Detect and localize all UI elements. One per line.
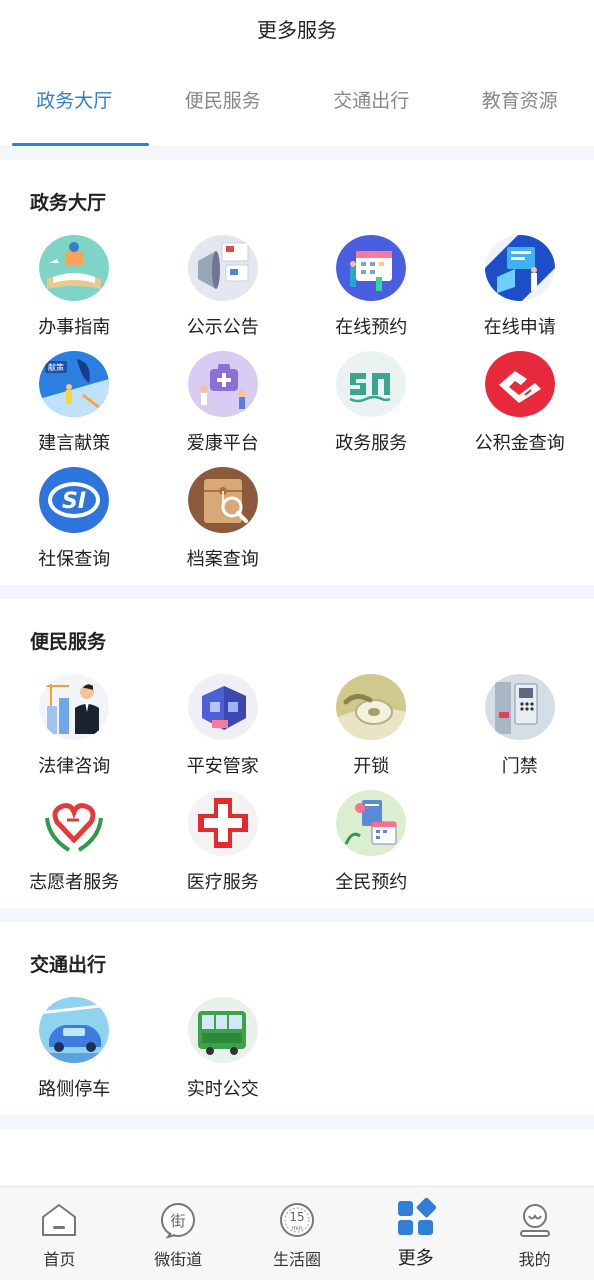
tab-education[interactable]: 教育资源 xyxy=(446,56,594,146)
service-access-control[interactable]: 门禁 xyxy=(446,674,594,778)
service-safety[interactable]: 平安管家 xyxy=(149,674,298,778)
service-suggestion[interactable]: 献策 建言献策 xyxy=(0,351,149,455)
service-unlock[interactable]: 开锁 xyxy=(297,674,446,778)
bus-icon xyxy=(187,997,258,1063)
suggestion-icon: 献策 xyxy=(39,351,110,417)
service-label: 建言献策 xyxy=(38,433,111,453)
section-divider xyxy=(0,585,594,599)
section-title: 交通出行 xyxy=(30,955,107,976)
guide-icon xyxy=(39,235,110,301)
safety-icon xyxy=(187,674,258,740)
online-booking-icon xyxy=(336,235,407,301)
service-label: 门禁 xyxy=(501,756,538,776)
svg-text:SI: SI xyxy=(62,489,86,514)
service-label: 公积金查询 xyxy=(474,433,565,453)
tab-label: 便民服务 xyxy=(184,90,261,112)
section-divider xyxy=(0,908,594,922)
service-label: 办事指南 xyxy=(38,317,111,337)
service-government[interactable]: 政务服务 xyxy=(297,351,446,455)
street-icon: 街 xyxy=(158,1200,198,1240)
svg-text:献策: 献策 xyxy=(48,362,64,372)
svg-text:街: 街 xyxy=(171,1212,186,1230)
archive-icon xyxy=(187,467,258,533)
health-platform-icon xyxy=(187,351,258,417)
service-label: 政务服务 xyxy=(335,433,408,453)
service-volunteer[interactable]: 志愿者服务 xyxy=(0,790,149,894)
section-convenience: 便民服务 法律咨询 平安管家 开锁 门禁 志愿者服务 医疗服务 全民预约 xyxy=(0,599,594,908)
tabbar-street[interactable]: 街 微街道 xyxy=(119,1187,238,1280)
tabbar-label: 生活圈 xyxy=(272,1252,321,1269)
service-label: 平安管家 xyxy=(186,756,259,776)
volunteer-icon xyxy=(39,790,110,856)
service-label: 实时公交 xyxy=(186,1079,259,1099)
service-bus[interactable]: 实时公交 xyxy=(149,997,298,1101)
service-label: 公示公告 xyxy=(186,317,259,337)
tab-gov-hall[interactable]: 政务大厅 xyxy=(0,56,149,146)
social-security-icon: SI xyxy=(39,467,110,533)
page-title: 更多服务 xyxy=(257,19,337,42)
unlock-icon xyxy=(336,674,407,740)
page-header: 更多服务 xyxy=(0,0,594,56)
service-online-booking[interactable]: 在线预约 xyxy=(297,235,446,339)
bottom-tab-bar: 首页 街 微街道 15 min 生活圈 更多 我的 xyxy=(0,1186,594,1280)
medical-icon xyxy=(187,790,258,856)
service-parking[interactable]: 路侧停车 xyxy=(0,997,149,1101)
tabbar-label: 首页 xyxy=(43,1252,76,1269)
legal-icon xyxy=(39,674,110,740)
tabbar-home[interactable]: 首页 xyxy=(0,1187,119,1280)
service-label: 法律咨询 xyxy=(38,756,111,776)
service-appointment[interactable]: 全民预约 xyxy=(297,790,446,894)
section-gov-hall: 政务大厅 办事指南 公示公告 在线预约 在线申请 献策 建言献策 爱康平台 政务… xyxy=(0,160,594,585)
service-label: 在线预约 xyxy=(335,317,408,337)
announcement-icon xyxy=(187,235,258,301)
service-legal[interactable]: 法律咨询 xyxy=(0,674,149,778)
service-announcement[interactable]: 公示公告 xyxy=(149,235,298,339)
tab-traffic[interactable]: 交通出行 xyxy=(297,56,446,146)
parking-icon xyxy=(39,997,110,1063)
tabbar-life-circle[interactable]: 15 min 生活圈 xyxy=(238,1187,357,1280)
section-title: 政务大厅 xyxy=(30,193,107,214)
tab-convenience[interactable]: 便民服务 xyxy=(149,56,298,146)
tab-label: 政务大厅 xyxy=(36,90,113,112)
service-label: 志愿者服务 xyxy=(29,872,120,892)
government-service-icon xyxy=(336,351,407,417)
section-traffic: 交通出行 路侧停车 实时公交 xyxy=(0,922,594,1115)
life-circle-icon: 15 min xyxy=(277,1200,317,1240)
section-divider xyxy=(0,146,594,160)
tab-label: 交通出行 xyxy=(333,90,410,112)
category-tabs: 政务大厅 便民服务 交通出行 教育资源 xyxy=(0,56,594,146)
service-medical[interactable]: 医疗服务 xyxy=(149,790,298,894)
section-divider xyxy=(0,1115,594,1129)
online-application-icon xyxy=(484,235,555,301)
profile-icon xyxy=(515,1200,555,1240)
service-label: 在线申请 xyxy=(483,317,556,337)
more-icon xyxy=(396,1198,436,1238)
service-label: 开锁 xyxy=(353,756,390,776)
access-control-icon xyxy=(484,674,555,740)
service-label: 档案查询 xyxy=(186,549,259,569)
service-social-security[interactable]: SI 社保查询 xyxy=(0,467,149,571)
service-online-application[interactable]: 在线申请 xyxy=(446,235,594,339)
svg-text:15: 15 xyxy=(289,1210,304,1224)
tabbar-profile[interactable]: 我的 xyxy=(475,1187,594,1280)
service-label: 路侧停车 xyxy=(38,1079,111,1099)
service-guide[interactable]: 办事指南 xyxy=(0,235,149,339)
section-title: 便民服务 xyxy=(30,632,107,653)
service-health-platform[interactable]: 爱康平台 xyxy=(149,351,298,455)
service-housing-fund[interactable]: 公积金查询 xyxy=(446,351,594,455)
home-icon xyxy=(39,1200,79,1240)
tabbar-label: 更多 xyxy=(397,1248,434,1268)
tabbar-label: 我的 xyxy=(518,1252,551,1269)
service-label: 爱康平台 xyxy=(186,433,259,453)
service-label: 全民预约 xyxy=(335,872,408,892)
tab-label: 教育资源 xyxy=(481,90,558,112)
service-label: 社保查询 xyxy=(38,549,111,569)
service-archive[interactable]: 档案查询 xyxy=(149,467,298,571)
service-label: 医疗服务 xyxy=(186,872,259,892)
tabbar-label: 微街道 xyxy=(154,1252,203,1269)
housing-fund-icon xyxy=(484,351,555,417)
appointment-icon xyxy=(336,790,407,856)
svg-text:min: min xyxy=(291,1225,303,1232)
tabbar-more[interactable]: 更多 xyxy=(356,1187,475,1280)
